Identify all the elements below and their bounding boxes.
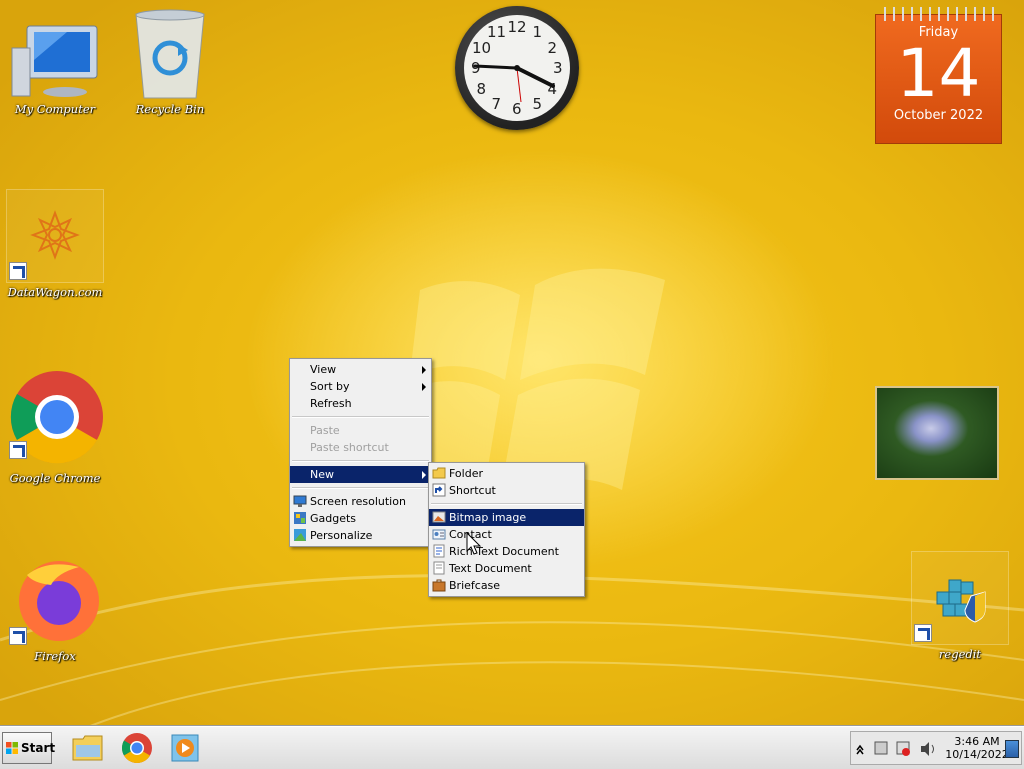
menu-item-label: Bitmap image (449, 511, 527, 524)
taskbar-file-explorer[interactable] (70, 731, 106, 765)
taskbar: Start 3:46 AM 10/14/2022 (0, 726, 1024, 769)
clock-readout[interactable]: 3:46 AM 10/14/2022 (945, 735, 1009, 761)
shortcut-arrow-icon (9, 262, 27, 280)
desktop-icon-label: Google Chrome (9, 471, 101, 485)
menu-item-paste: Paste (290, 422, 431, 439)
calendar-date: 14 (896, 35, 981, 112)
slideshow-gadget-photo[interactable] (875, 386, 999, 480)
menu-separator (292, 487, 429, 489)
menu-item-new[interactable]: New (290, 466, 431, 483)
briefcase-icon (432, 579, 446, 592)
chrome-icon (121, 733, 152, 764)
datawagon-icon (6, 189, 104, 283)
menu-item-label: Briefcase (449, 579, 501, 592)
shortcut-icon (432, 483, 446, 497)
menu-item-personalize[interactable]: Personalize (290, 527, 431, 544)
menu-item-shortcut[interactable]: Shortcut (429, 482, 584, 499)
calendar-month: October 2022 (893, 108, 984, 123)
menu-separator (431, 503, 582, 505)
menu-item-label: Screen resolution (310, 495, 406, 508)
menu-item-refresh[interactable]: Refresh (290, 395, 431, 412)
file-explorer-icon (72, 735, 103, 761)
menu-item-label: Paste (310, 424, 340, 437)
contact-card-icon (432, 529, 446, 540)
text-document-icon (433, 561, 445, 575)
desktop-icon-my-computer[interactable]: My Computer (5, 8, 105, 116)
desktop-icon-datawagon[interactable]: DataWagon.com (5, 189, 105, 299)
computer-icon (7, 8, 103, 100)
menu-separator (292, 460, 429, 462)
taskbar-chrome[interactable] (119, 731, 155, 765)
menu-item-label: Sort by (310, 380, 350, 393)
menu-item-sort-by[interactable]: Sort by (290, 378, 431, 395)
menu-item-label: Personalize (310, 529, 373, 542)
desktop-icon-label: Firefox (34, 649, 76, 663)
menu-item-label: View (310, 363, 337, 376)
menu-item-gadgets[interactable]: Gadgets (290, 510, 431, 527)
mouse-pointer-icon (466, 532, 482, 555)
menu-separator (292, 416, 429, 418)
shortcut-arrow-icon (914, 624, 932, 642)
desktop-icon-google-chrome[interactable]: Google Chrome (5, 369, 105, 485)
desktop-icon-recycle-bin[interactable]: Recycle Bin (120, 8, 220, 116)
personalize-icon (294, 529, 306, 541)
shortcut-arrow-icon (9, 441, 27, 459)
menu-item-contact[interactable]: Contact (429, 526, 584, 543)
menu-item-folder[interactable]: Folder (429, 465, 584, 482)
tray-date: 10/14/2022 (945, 748, 1009, 761)
submenu-arrow-icon (422, 471, 426, 479)
start-label: Start (21, 741, 56, 755)
menu-item-screen-resolution[interactable]: Screen resolution (290, 493, 431, 510)
menu-item-paste-shortcut: Paste shortcut (290, 439, 431, 456)
media-player-icon (171, 734, 199, 762)
desktop-icon-firefox[interactable]: Firefox (5, 555, 105, 663)
menu-item-label: Shortcut (449, 484, 496, 497)
bitmap-image-icon (432, 511, 446, 523)
shortcut-arrow-icon (9, 627, 27, 645)
desktop-icon-regedit[interactable]: regedit (910, 551, 1010, 661)
gadgets-icon (294, 512, 306, 524)
menu-item-view[interactable]: View (290, 361, 431, 378)
calendar-rings (880, 7, 997, 21)
menu-item-label: Paste shortcut (310, 441, 389, 454)
firefox-icon (7, 555, 103, 647)
desktop-icon-label: regedit (938, 647, 982, 661)
chrome-icon (7, 369, 103, 464)
desktop-icon-label: My Computer (14, 102, 96, 116)
menu-item-label: Refresh (310, 397, 352, 410)
folder-icon (432, 467, 446, 479)
system-tray: 3:46 AM 10/14/2022 (850, 731, 1022, 765)
desktop-context-menu: View Sort by Refresh Paste Paste shortcu… (289, 358, 432, 547)
recycle-bin-icon (122, 8, 218, 100)
calendar-gadget[interactable]: Friday 14 October 2022 (875, 7, 1002, 144)
desktop-icon-label: DataWagon.com (7, 285, 103, 299)
menu-item-text-document[interactable]: Text Document (429, 560, 584, 577)
clock-gadget[interactable]: 12 1 2 3 4 5 6 7 8 9 10 11 (455, 6, 579, 130)
menu-item-label: Folder (449, 467, 483, 480)
tray-time: 3:46 AM (954, 735, 1000, 748)
submenu-arrow-icon (422, 383, 426, 391)
new-submenu: Folder Shortcut Bitmap image Contact Ric… (428, 462, 585, 597)
desktop-icon-label: Recycle Bin (135, 102, 205, 116)
regedit-icon (911, 551, 1009, 645)
rich-text-document-icon (433, 544, 445, 558)
clock-hands (473, 64, 555, 103)
submenu-arrow-icon (422, 366, 426, 374)
menu-item-label: Text Document (449, 562, 532, 575)
windows-flag-icon (6, 742, 18, 754)
monitor-icon (293, 495, 307, 507)
taskbar-media-player[interactable] (167, 731, 203, 765)
menu-item-briefcase[interactable]: Briefcase (429, 577, 584, 594)
menu-item-bitmap-image[interactable]: Bitmap image (429, 509, 584, 526)
menu-item-rich-text-document[interactable]: Rich Text Document (429, 543, 584, 560)
start-button[interactable]: Start (2, 732, 56, 764)
show-desktop-button[interactable] (1005, 740, 1019, 758)
menu-item-label: Gadgets (310, 512, 357, 525)
menu-item-label: New (310, 468, 334, 481)
tray-icons (856, 741, 934, 756)
